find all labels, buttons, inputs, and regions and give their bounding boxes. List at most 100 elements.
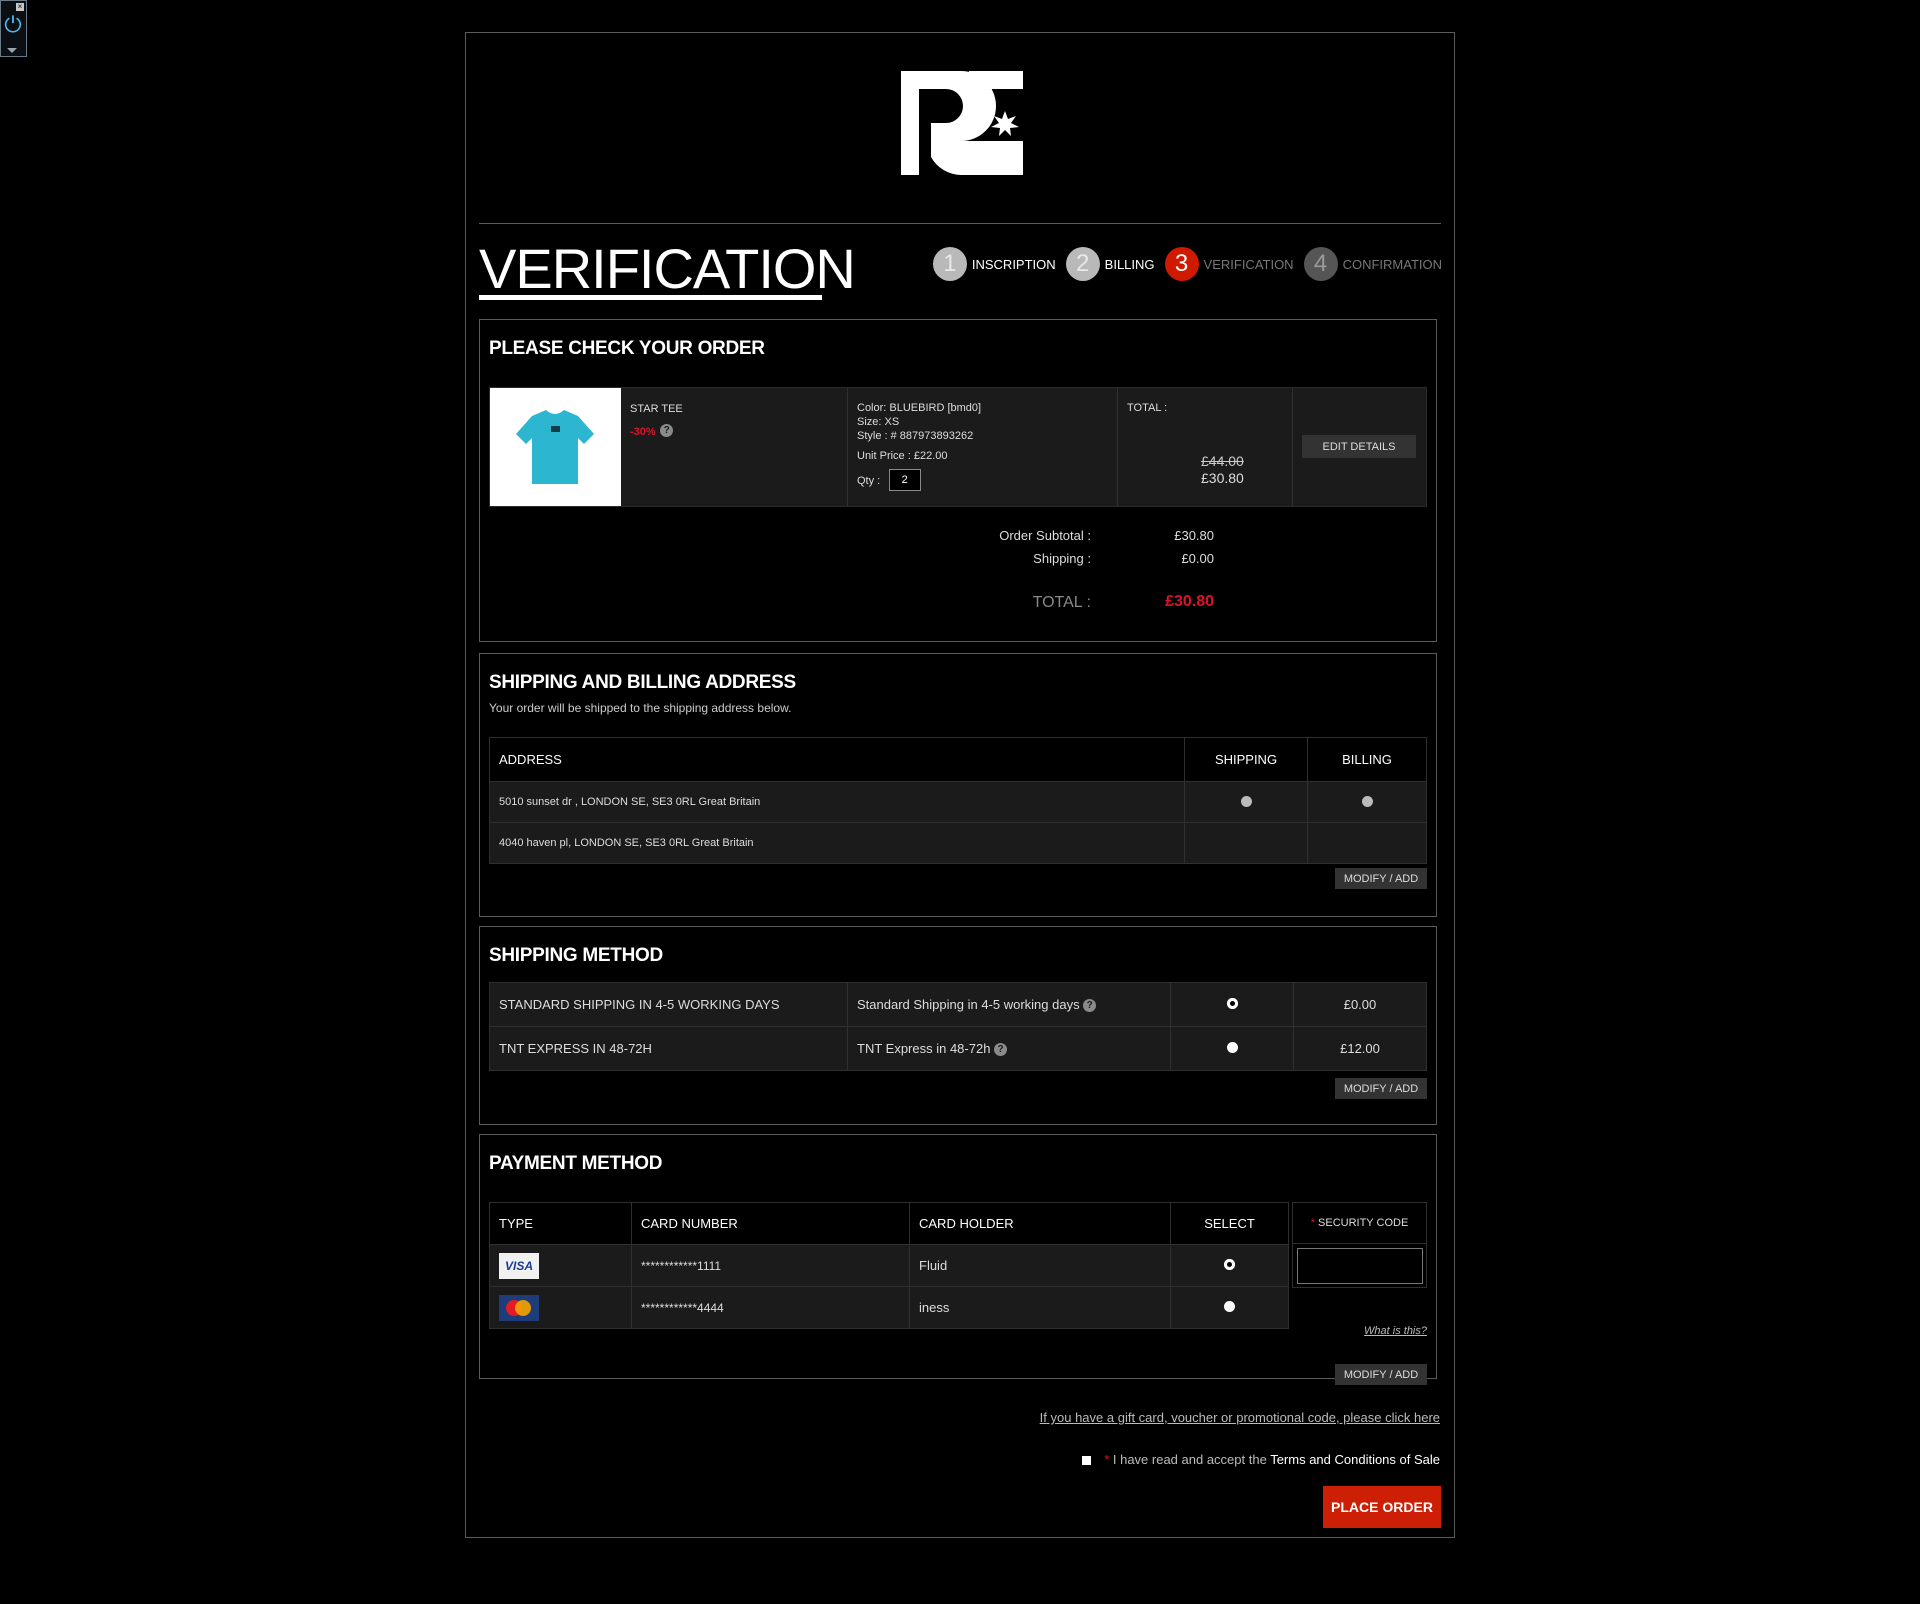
card-holder: Fluid [909,1244,1171,1287]
security-code-header: * SECURITY CODE [1293,1203,1426,1244]
billing-header: BILLING [1307,737,1427,782]
power-icon[interactable]: ⏻ [3,14,23,36]
discount-badge: -30% [630,426,656,438]
card-type-cell: VISA [489,1244,632,1287]
shipping-radio[interactable] [1240,795,1252,807]
what-is-this-link[interactable]: What is this? [1364,1325,1427,1337]
modify-address-button[interactable]: MODIFY / ADD [1335,868,1427,889]
order-item-row: STAR TEE -30% ? Color: BLUEBIRD [bmd0] S… [489,387,1427,507]
product-name-cell: STAR TEE -30% ? [621,388,847,506]
card-number: ************1111 [631,1244,910,1287]
tshirt-image [516,410,594,484]
table-row: 4040 haven pl, LONDON SE, SE3 0RL Great … [489,822,1427,864]
step-label: INSCRIPTION [971,256,1056,272]
product-name: STAR TEE [630,403,683,415]
power-widget[interactable]: × ⏻ [0,0,27,57]
quantity-field[interactable]: 2 [888,469,921,491]
panel-title: SHIPPING METHOD [489,945,663,966]
shipping-method-desc-cell: TNT Express in 48-72h ? [847,1026,1171,1071]
product-details-cell: Color: BLUEBIRD [bmd0] Size: XS Style : … [847,388,1118,506]
shipping-label: Shipping : [1033,551,1091,566]
step-billing[interactable]: 2 BILLING [1065,247,1155,281]
table-row: ************4444 iness [489,1286,1289,1329]
card-number-header: CARD NUMBER [631,1202,910,1245]
chevron-down-icon[interactable] [7,48,17,53]
step-number: 2 [1065,247,1100,281]
table-row: STANDARD SHIPPING IN 4-5 WORKING DAYS St… [489,982,1427,1027]
edit-cell: EDIT DETAILS [1292,388,1428,506]
type-header: TYPE [489,1202,632,1245]
terms-checkbox[interactable] [1081,1456,1091,1466]
product-image[interactable] [490,388,621,506]
place-order-button[interactable]: PLACE ORDER [1323,1486,1441,1528]
unit-price: Unit Price : £22.00 [857,450,948,462]
shipping-method-table: STANDARD SHIPPING IN 4-5 WORKING DAYS St… [489,982,1427,1071]
shipping-method-radio[interactable] [1226,998,1238,1009]
panel-title: PLEASE CHECK YOUR ORDER [489,338,765,359]
card-type-cell [489,1286,632,1329]
terms-link[interactable]: Terms and Conditions of Sale [1270,1452,1440,1467]
shipping-method-name: TNT EXPRESS IN 48-72H [489,1026,848,1071]
card-select-radio[interactable] [1224,1301,1235,1312]
address-panel: SHIPPING AND BILLING ADDRESS Your order … [479,653,1437,917]
shipping-method-desc: Standard Shipping in 4-5 working days [857,996,1080,1012]
product-size: Size: XS [857,416,900,428]
shipping-radio-cell [1184,822,1308,864]
qty-label: Qty : [857,475,881,488]
help-icon[interactable]: ? [994,1043,1008,1057]
security-code-box: * SECURITY CODE [1292,1202,1427,1288]
address-text: 4040 haven pl, LONDON SE, SE3 0RL Great … [489,822,1185,864]
discount-row: -30% ? [630,422,674,440]
old-total: £44.00 [1201,453,1244,469]
card-select-radio[interactable] [1224,1259,1235,1270]
card-radio-cell [1170,1286,1289,1329]
billing-radio-cell [1307,781,1427,823]
gift-card-link[interactable]: If you have a gift card, voucher or prom… [1040,1410,1440,1425]
modify-shipping-button[interactable]: MODIFY / ADD [1335,1078,1427,1099]
shipping-radio-cell [1170,982,1294,1027]
payment-table: TYPE CARD NUMBER CARD HOLDER SELECT VISA… [489,1202,1289,1329]
grand-total-value: £30.80 [1165,593,1214,610]
close-icon[interactable]: × [16,3,24,11]
card-holder: iness [909,1286,1171,1329]
address-table: ADDRESS SHIPPING BILLING 5010 sunset dr … [489,737,1427,864]
new-total: £30.80 [1201,470,1244,486]
shipping-method-price: £12.00 [1293,1026,1427,1071]
required-mark: * [1310,1217,1315,1229]
step-number: 3 [1164,247,1199,281]
address-subtitle: Your order will be shipped to the shippi… [489,701,792,715]
qty-row: Qty : 2 [857,469,921,491]
step-confirmation: 4 CONFIRMATION [1303,247,1442,281]
shipping-value: £0.00 [1181,551,1214,566]
order-panel: PLEASE CHECK YOUR ORDER STAR TEE -30% ? … [479,319,1437,642]
mastercard-card-icon [499,1294,539,1321]
shipping-method-name: STANDARD SHIPPING IN 4-5 WORKING DAYS [489,982,848,1027]
step-label: VERIFICATION [1203,256,1294,272]
security-code-label: SECURITY CODE [1318,1217,1409,1229]
help-icon[interactable]: ? [1083,999,1097,1013]
title-underline [479,295,822,300]
modify-payment-button[interactable]: MODIFY / ADD [1335,1364,1427,1385]
panel-title: SHIPPING AND BILLING ADDRESS [489,672,796,693]
shipping-method-desc: TNT Express in 48-72h [857,1040,991,1056]
subtotal-label: Order Subtotal : [999,528,1091,543]
help-icon[interactable]: ? [660,424,674,438]
billing-radio[interactable] [1361,795,1373,807]
card-radio-cell [1170,1244,1289,1287]
card-holder-header: CARD HOLDER [909,1202,1171,1245]
security-code-input[interactable] [1297,1248,1423,1284]
terms-prefix: I have read and accept the [1109,1452,1271,1467]
terms-row: * I have read and accept the Terms and C… [1081,1452,1440,1467]
shipping-method-desc-cell: Standard Shipping in 4-5 working days ? [847,982,1171,1027]
payment-panel: PAYMENT METHOD TYPE CARD NUMBER CARD HOL… [479,1134,1437,1385]
shipping-method-price: £0.00 [1293,982,1427,1027]
select-header: SELECT [1170,1202,1289,1245]
grand-total-label: TOTAL : [1032,594,1091,611]
step-number: 4 [1303,247,1338,281]
step-inscription[interactable]: 1 INSCRIPTION [932,247,1056,281]
checkout-steps: 1 INSCRIPTION 2 BILLING 3 VERIFICATION 4… [923,246,1442,282]
shipping-method-radio[interactable] [1226,1042,1238,1053]
product-total-cell: TOTAL : £44.00 £30.80 [1117,388,1293,506]
edit-details-button[interactable]: EDIT DETAILS [1302,435,1416,458]
shipping-radio-cell [1170,1026,1294,1071]
